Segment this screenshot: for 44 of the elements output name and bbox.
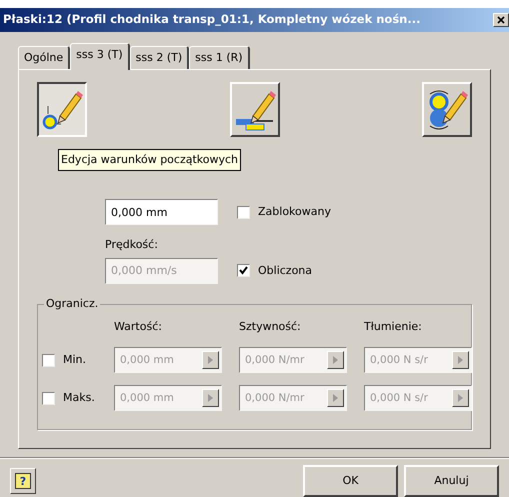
right-arrow-icon: [333, 356, 338, 364]
arrow-button[interactable]: [452, 389, 469, 408]
close-button[interactable]: [493, 12, 509, 27]
field-value: 0,000 mm: [120, 352, 174, 368]
arrow-button[interactable]: [327, 389, 344, 408]
tab[interactable]: sss 1 (R): [189, 46, 250, 70]
arrow-button[interactable]: [202, 389, 219, 408]
field-value: 0,000 N/mr: [245, 352, 304, 368]
checkbox-label: Min.: [63, 352, 86, 368]
dialog-button[interactable]: Anuluj: [404, 465, 499, 497]
field-value: 0,000 N s/r: [370, 390, 428, 406]
field-value: 0,000 mm: [120, 390, 174, 406]
checkbox[interactable]: [237, 206, 250, 219]
checkbox[interactable]: [42, 392, 55, 405]
close-icon: [497, 16, 505, 24]
column-header: Tłumienie:: [364, 318, 423, 335]
right-arrow-icon: [333, 394, 338, 402]
group-title: Ogranicz.: [44, 296, 100, 312]
checkbox-label: Obliczona: [258, 262, 312, 279]
right-arrow-icon: [458, 394, 463, 402]
tab[interactable]: sss 2 (T): [130, 46, 190, 70]
field-value: 0,000 N s/r: [370, 352, 428, 368]
checkbox[interactable]: [42, 354, 55, 367]
position-field[interactable]: 0,000 mm: [105, 199, 218, 226]
help-button[interactable]: ?: [10, 468, 36, 494]
field-value: 0,000 N/mr: [245, 390, 304, 406]
dialog-button[interactable]: OK: [303, 465, 398, 497]
checkbox-label: Maks.: [63, 390, 95, 406]
column-header: Sztywność:: [239, 318, 302, 335]
right-arrow-icon: [458, 356, 463, 364]
right-arrow-icon: [208, 356, 213, 364]
right-arrow-icon: [208, 394, 213, 402]
tab[interactable]: Ogólne: [18, 46, 70, 70]
column-header: Wartość:: [114, 318, 163, 335]
velocity-label: Prędkość:: [105, 237, 159, 254]
checkbox-label: Zablokowany: [258, 204, 331, 220]
arrow-button[interactable]: [452, 351, 469, 370]
arrow-button[interactable]: [327, 351, 344, 370]
tool-button[interactable]: [37, 82, 87, 138]
arrow-button[interactable]: [202, 351, 219, 370]
tab[interactable]: sss 3 (T): [70, 43, 130, 70]
checkmark-icon: [239, 266, 248, 276]
tooltip: Edycja warunków początkowych: [58, 149, 242, 172]
window-title: Płaski:12 (Profil chodnika transp_01:1, Kompletny wózek nośn...: [3, 11, 420, 28]
